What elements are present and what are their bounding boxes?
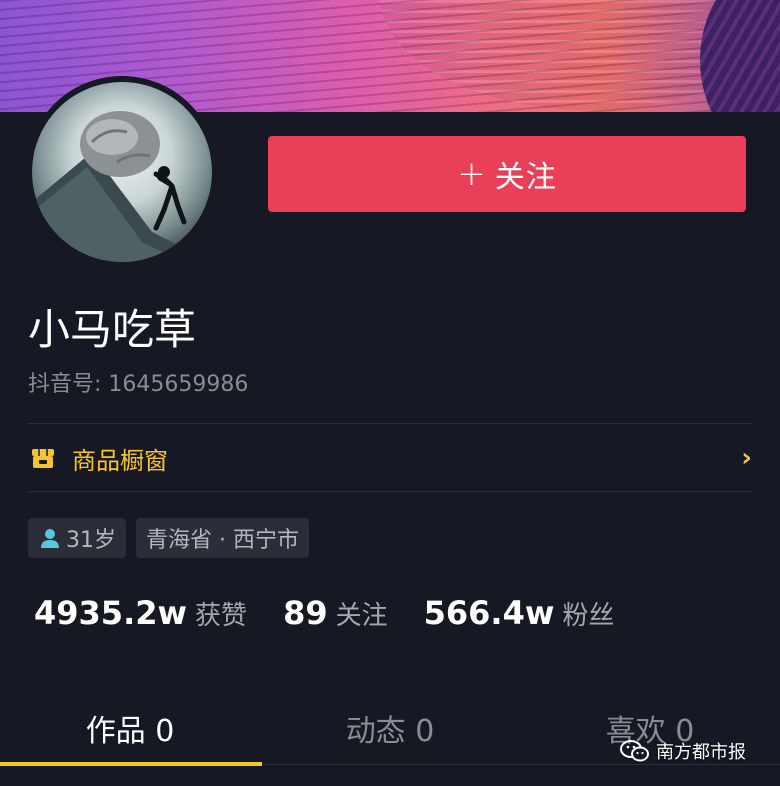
profile-stats: 4935.2w 获赞 89 关注 566.4w 粉丝 [34, 594, 650, 632]
follow-button-label: 关注 [494, 160, 557, 195]
avatar[interactable] [26, 76, 218, 268]
profile-page: + 关注 小马吃草 抖音号: 1645659986 商品橱窗 › 31岁 青海省… [0, 0, 780, 786]
stat-value: 4935.2w [34, 594, 188, 632]
stat-following[interactable]: 89 关注 [283, 594, 388, 632]
tab-underline [262, 764, 780, 765]
stat-label: 获赞 [195, 601, 248, 631]
stat-label: 粉丝 [562, 601, 615, 631]
shop-window-link[interactable]: 商品橱窗 › [28, 432, 752, 484]
location-label: 青海省 · 西宁市 [146, 528, 299, 553]
age-tag: 31岁 [28, 518, 126, 558]
wechat-icon [620, 739, 650, 763]
tab-posts[interactable]: 动态 0 [260, 690, 520, 766]
active-tab-indicator [0, 762, 262, 766]
chevron-right-icon: › [741, 443, 752, 473]
age-label: 31岁 [66, 528, 116, 553]
stat-followers[interactable]: 566.4w 粉丝 [424, 594, 615, 632]
watermark-text: 南方都市报 [656, 742, 746, 763]
stat-value: 566.4w [423, 594, 555, 632]
plus-icon: + [457, 154, 487, 194]
profile-tags: 31岁 青海省 · 西宁市 [28, 518, 309, 558]
douyin-id[interactable]: 抖音号: 1645659986 [28, 366, 248, 398]
storefront-icon [28, 443, 58, 473]
shop-window-label: 商品橱窗 [72, 446, 168, 475]
banner-arc-dark [700, 0, 780, 112]
stat-label: 关注 [335, 601, 388, 631]
avatar-image [32, 82, 212, 262]
watermark: 南方都市报 [620, 738, 746, 764]
username: 小马吃草 [28, 305, 197, 354]
follow-button[interactable]: + 关注 [268, 136, 746, 212]
divider [28, 423, 752, 424]
avatar-illustration [32, 111, 212, 262]
divider [28, 491, 752, 492]
stat-value: 89 [283, 594, 328, 632]
stat-likes[interactable]: 4935.2w 获赞 [34, 594, 247, 632]
user-icon [38, 526, 62, 550]
tab-works[interactable]: 作品 0 [0, 690, 260, 766]
location-tag: 青海省 · 西宁市 [136, 518, 309, 558]
